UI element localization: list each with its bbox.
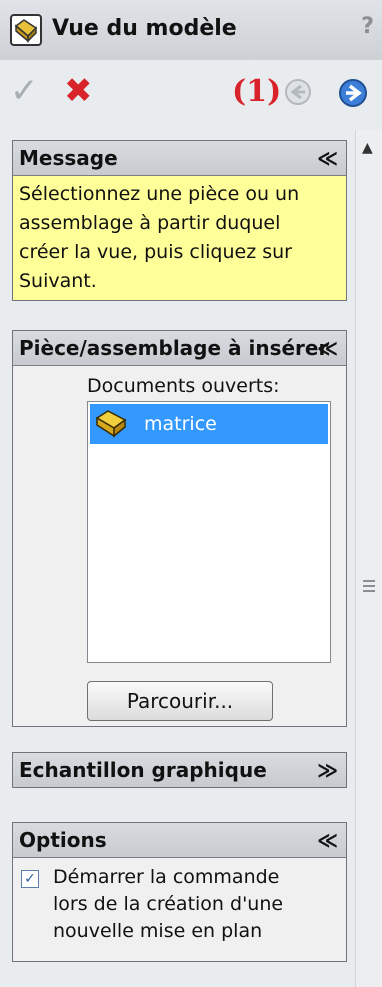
action-toolbar: ✓ ✖ (1) <box>0 60 382 130</box>
vertical-scrollbar[interactable]: ▲ <box>355 130 382 987</box>
start-command-checkbox[interactable]: ✓ <box>21 870 39 888</box>
open-documents-list[interactable]: matrice <box>87 401 331 663</box>
insert-part-panel: Pièce/assemblage à insérer ≪ Documents o… <box>12 330 347 727</box>
collapse-chevron-icon[interactable]: ≪ <box>317 331 338 365</box>
scroll-up-arrow-icon[interactable]: ▲ <box>362 140 373 156</box>
open-documents-label: Documents ouverts: <box>87 375 280 397</box>
graphic-preview-title: Echantillon graphique <box>19 758 267 782</box>
previous-button[interactable] <box>284 78 312 106</box>
message-panel: Message ≪ Sélectionnez une pièce ou un a… <box>12 140 347 301</box>
property-manager-header: Vue du modèle ? <box>0 0 382 61</box>
collapse-chevron-icon[interactable]: ≪ <box>317 141 338 175</box>
graphic-preview-header[interactable]: Echantillon graphique ≫ <box>13 753 346 787</box>
cancel-button[interactable]: ✖ <box>64 74 93 108</box>
step-indicator: (1) <box>232 74 282 109</box>
next-button[interactable] <box>338 78 368 108</box>
options-header[interactable]: Options ≪ <box>13 823 346 858</box>
option-label-line: lors de la création d'une <box>53 893 284 915</box>
document-name: matrice <box>144 413 217 435</box>
start-command-option[interactable]: ✓ Démarrer la commande lors de la créati… <box>13 858 346 945</box>
options-panel: Options ≪ ✓ Démarrer la commande lors de… <box>12 822 347 962</box>
scroll-grip-icon[interactable] <box>363 580 375 592</box>
model-view-icon <box>10 14 42 46</box>
message-header[interactable]: Message ≪ <box>13 141 346 176</box>
panel-title: Vue du modèle <box>52 16 237 41</box>
part-icon <box>95 410 127 438</box>
options-title: Options <box>19 828 107 852</box>
message-line: Suivant. <box>19 270 97 292</box>
list-item[interactable]: matrice <box>90 404 328 444</box>
message-title: Message <box>19 146 118 170</box>
message-line: créer la vue, puis cliquez sur <box>19 241 292 263</box>
graphic-preview-panel: Echantillon graphique ≫ <box>12 752 347 788</box>
browse-button[interactable]: Parcourir... <box>87 681 273 721</box>
message-line: assemblage à partir duquel <box>19 212 281 234</box>
help-icon[interactable]: ? <box>361 14 374 39</box>
message-text: Sélectionnez une pièce ou un assemblage … <box>13 176 346 300</box>
insert-part-header[interactable]: Pièce/assemblage à insérer ≪ <box>13 331 346 366</box>
message-line: Sélectionnez une pièce ou un <box>19 183 300 205</box>
expand-chevron-icon[interactable]: ≫ <box>317 753 338 787</box>
option-label-line: nouvelle mise en plan <box>53 920 263 942</box>
ok-button[interactable]: ✓ <box>10 74 39 108</box>
option-label-line: Démarrer la commande <box>53 866 280 888</box>
insert-part-title: Pièce/assemblage à insérer <box>19 336 329 360</box>
collapse-chevron-icon[interactable]: ≪ <box>317 823 338 857</box>
